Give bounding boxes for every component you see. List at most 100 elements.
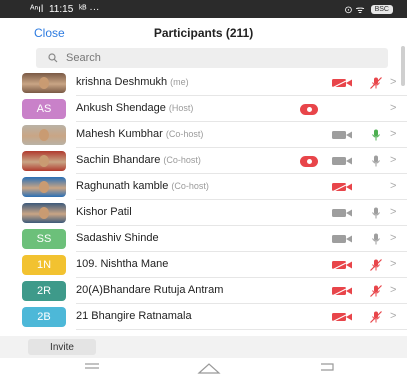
- video-icon[interactable]: [331, 130, 353, 140]
- video-icon[interactable]: [331, 234, 353, 244]
- status-left: ᴬⁿıl 11:15 ᵏᴮ ···: [30, 4, 99, 15]
- mic-muted-icon[interactable]: [369, 258, 383, 272]
- participant-row[interactable]: Mahesh Kumbhar (Co-host) >: [0, 122, 407, 148]
- mic-muted-icon[interactable]: [369, 310, 383, 324]
- participant-name: krishna Deshmukh: [76, 76, 168, 88]
- status-icons: ⊙ ᯤ: [344, 5, 365, 16]
- participant-row[interactable]: 2R 20(A)Bhandare Rutuja Antram >: [0, 278, 407, 304]
- participant-name-line: Mahesh Kumbhar (Co-host): [76, 128, 203, 140]
- chevron-right-icon[interactable]: >: [390, 284, 396, 296]
- participant-name-line: 20(A)Bhandare Rutuja Antram: [76, 284, 223, 296]
- avatar-face: [39, 129, 49, 141]
- mic-muted-icon[interactable]: [369, 284, 383, 298]
- signal-indicator: ᴬⁿıl: [30, 3, 44, 15]
- avatar: [22, 151, 66, 171]
- participant-name-line: 109. Nishtha Mane: [76, 258, 168, 270]
- participant-name: 20(A)Bhandare Rutuja Antram: [76, 284, 224, 296]
- participant-role: (me): [170, 77, 189, 87]
- participant-row[interactable]: SS Sadashiv Shinde >: [0, 226, 407, 252]
- participant-name-line: Raghunath kamble (Co-host): [76, 180, 209, 192]
- participant-role: (Co-host): [165, 129, 204, 139]
- avatar: 2R: [22, 281, 66, 301]
- participant-row[interactable]: Raghunath kamble (Co-host) >: [0, 174, 407, 200]
- participant-name-line: Kishor Patil: [76, 206, 132, 218]
- mic-icon[interactable]: [369, 232, 383, 246]
- back-nav-icon[interactable]: [318, 362, 336, 372]
- video-off-icon[interactable]: [331, 260, 353, 270]
- status-right: ⊙ ᯤ BSC: [344, 2, 393, 16]
- participant-row[interactable]: 1N 109. Nishtha Mane >: [0, 252, 407, 278]
- avatar: [22, 73, 66, 93]
- participant-name-line: Sadashiv Shinde: [76, 232, 159, 244]
- chevron-right-icon[interactable]: >: [390, 154, 396, 166]
- participant-name: Sachin Bhandare: [76, 154, 161, 166]
- search-input[interactable]: Search: [36, 48, 388, 68]
- mic-icon[interactable]: [369, 206, 383, 220]
- avatar-initials: 2B: [37, 311, 51, 323]
- video-off-icon[interactable]: [331, 78, 353, 88]
- chevron-right-icon[interactable]: >: [390, 310, 396, 322]
- search-placeholder: Search: [66, 52, 101, 64]
- participant-row[interactable]: Sachin Bhandare (Co-host) >: [0, 148, 407, 174]
- video-icon[interactable]: [331, 156, 353, 166]
- participant-name-line: 21 Bhangire Ratnamala: [76, 310, 192, 322]
- participant-row[interactable]: krishna Deshmukh (me) >: [0, 70, 407, 96]
- chevron-right-icon[interactable]: >: [390, 258, 396, 270]
- participant-role: (Co-host): [163, 155, 201, 165]
- participant-list: krishna Deshmukh (me) > AS Ankush Shendage (H…: [0, 70, 407, 330]
- home-nav-icon[interactable]: [197, 362, 221, 374]
- participant-name-line: krishna Deshmukh (me): [76, 76, 189, 88]
- avatar: SS: [22, 229, 66, 249]
- participant-row[interactable]: AS Ankush Shendage (Host) >: [0, 96, 407, 122]
- avatar: [22, 203, 66, 223]
- video-icon[interactable]: [331, 208, 353, 218]
- chevron-right-icon[interactable]: >: [390, 232, 396, 244]
- avatar: 2B: [22, 307, 66, 327]
- avatar: [22, 177, 66, 197]
- invite-button[interactable]: Invite: [28, 339, 96, 355]
- participant-name: Ankush Shendage: [76, 102, 166, 114]
- video-off-icon[interactable]: [331, 286, 353, 296]
- chevron-right-icon[interactable]: >: [390, 128, 396, 140]
- battery-icon: BSC: [370, 4, 393, 14]
- mic-muted-icon[interactable]: [369, 76, 383, 90]
- participant-name-line: Sachin Bhandare (Co-host): [76, 154, 201, 166]
- avatar-face: [39, 155, 49, 167]
- participant-name: Mahesh Kumbhar: [76, 128, 163, 140]
- participant-role: (Co-host): [171, 181, 209, 191]
- participant-row[interactable]: Kishor Patil >: [0, 200, 407, 226]
- avatar-face: [39, 207, 49, 219]
- recording-icon: [300, 104, 318, 115]
- participant-name: Raghunath kamble: [76, 180, 169, 192]
- chevron-right-icon[interactable]: >: [390, 180, 396, 192]
- menu-nav-icon[interactable]: [84, 362, 100, 372]
- avatar-initials: 2R: [36, 285, 52, 297]
- avatar-face: [39, 181, 49, 193]
- chevron-right-icon[interactable]: >: [390, 206, 396, 218]
- chevron-right-icon[interactable]: >: [390, 102, 396, 114]
- close-button[interactable]: Close: [34, 26, 65, 40]
- avatar-initials: AS: [36, 103, 52, 115]
- chevron-right-icon[interactable]: >: [390, 76, 396, 88]
- android-nav-bar: [0, 358, 407, 375]
- status-extras: ᵏᴮ ···: [79, 3, 100, 15]
- status-time: 11:15: [48, 3, 74, 15]
- video-off-icon[interactable]: [331, 312, 353, 322]
- row-divider: [76, 329, 407, 330]
- status-bar: ᴬⁿıl 11:15 ᵏᴮ ··· ⊙ ᯤ BSC: [0, 0, 407, 18]
- search-icon: [48, 53, 58, 63]
- participant-row[interactable]: 2B 21 Bhangire Ratnamala >: [0, 304, 407, 330]
- video-off-icon[interactable]: [331, 182, 353, 192]
- mic-icon[interactable]: [369, 128, 383, 142]
- avatar-initials: SS: [36, 233, 52, 245]
- mic-icon[interactable]: [369, 154, 383, 168]
- avatar-face: [39, 77, 49, 89]
- participant-name: 21 Bhangire Ratnamala: [76, 310, 192, 322]
- participant-role: (Host): [168, 103, 194, 113]
- participant-name: Sadashiv Shinde: [76, 232, 159, 244]
- header: Close Participants (211): [0, 18, 407, 46]
- participant-name: Kishor Patil: [76, 206, 132, 218]
- avatar: [22, 125, 66, 145]
- participant-name-line: Ankush Shendage (Host): [76, 102, 193, 114]
- participant-name: 109. Nishtha Mane: [76, 258, 169, 270]
